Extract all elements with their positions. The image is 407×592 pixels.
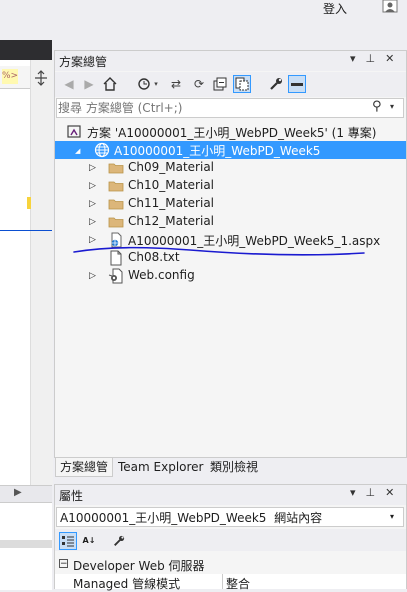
- account-icon[interactable]: [382, 0, 398, 13]
- collapse-all-icon[interactable]: [211, 75, 229, 93]
- tree-item[interactable]: ▷ A10000001_王小明_WebPD_Week5_1.aspx: [55, 231, 406, 249]
- tree-item[interactable]: ▷ Ch11_Material: [55, 195, 406, 213]
- close-icon[interactable]: ✕: [385, 52, 404, 65]
- tree-item[interactable]: ▷ Ch09_Material: [55, 159, 406, 177]
- property-category-label: Developer Web 伺服器: [73, 559, 205, 573]
- editor-vertical-scrollbar[interactable]: [30, 60, 53, 485]
- editor-horizontal-scrollbar[interactable]: [0, 485, 52, 502]
- back-icon[interactable]: ◀: [60, 75, 78, 93]
- refresh-icon[interactable]: ⟳: [190, 75, 208, 93]
- globe-icon: [94, 142, 110, 158]
- search-options-dropdown-icon[interactable]: ▾: [390, 102, 394, 111]
- config-file-icon: [108, 268, 124, 284]
- tree-item[interactable]: ▷ Web.config: [55, 267, 406, 285]
- tree-item[interactable]: 方案 'A10000001_王小明_WebPD_Week5' (1 專案): [55, 123, 406, 141]
- close-icon[interactable]: ✕: [385, 486, 404, 499]
- tree-item[interactable]: ◢ A10000001_王小明_WebPD_Week5: [55, 141, 406, 159]
- tab-class-view[interactable]: 類別檢視: [206, 458, 262, 476]
- collapsed-arrow-icon[interactable]: ▷: [89, 163, 99, 173]
- alphabetical-icon[interactable]: A↓: [80, 532, 98, 550]
- collapsed-arrow-icon[interactable]: ▷: [89, 181, 99, 191]
- show-all-files-icon[interactable]: [233, 75, 251, 93]
- tab-team-explorer[interactable]: Team Explorer: [114, 458, 208, 476]
- editor-tab-strip: [0, 40, 52, 60]
- dropdown-icon[interactable]: ▾: [350, 52, 366, 65]
- server-tag-icon[interactable]: %>: [2, 69, 18, 84]
- pin-icon[interactable]: ⊥: [366, 486, 386, 499]
- property-value[interactable]: 整合: [226, 575, 250, 592]
- tree-item-label: A10000001_王小明_WebPD_Week5: [114, 144, 321, 158]
- preview-selected-items-icon[interactable]: [288, 75, 306, 93]
- expanded-arrow-icon[interactable]: ◢: [75, 146, 85, 156]
- scroll-right-arrow-icon[interactable]: ▶: [14, 487, 22, 498]
- code-divider-line: [0, 230, 52, 231]
- text-file-icon: [108, 250, 124, 266]
- sign-in-link[interactable]: 登入: [323, 0, 347, 17]
- sync-active-document-icon[interactable]: ⇄: [167, 75, 185, 93]
- folder-icon: [108, 178, 124, 194]
- home-icon[interactable]: [101, 75, 119, 93]
- panel-window-controls[interactable]: ▾⊥✕: [350, 52, 404, 65]
- designer-element: [0, 540, 52, 548]
- panel-title: 方案總管: [59, 55, 108, 69]
- folder-icon: [108, 196, 124, 212]
- chevron-down-icon[interactable]: ▾: [390, 512, 394, 521]
- aspx-file-icon: [108, 232, 124, 248]
- tab-solution-explorer[interactable]: 方案總管: [55, 458, 114, 477]
- dropdown-icon[interactable]: ▾: [350, 486, 366, 499]
- tree-item-label: Ch10_Material: [128, 178, 215, 192]
- tree-item-label: Ch09_Material: [128, 160, 215, 174]
- panel-title: 屬性: [59, 489, 84, 503]
- folder-icon: [108, 214, 124, 230]
- properties-toolbar: [55, 529, 406, 551]
- properties-wrench-icon[interactable]: [267, 75, 285, 93]
- collapsed-arrow-icon[interactable]: ▷: [89, 271, 99, 281]
- panel-window-controls[interactable]: ▾⊥✕: [350, 486, 404, 499]
- tree-item[interactable]: Ch08.txt: [55, 249, 406, 267]
- collapse-icon[interactable]: −: [59, 559, 68, 569]
- collapsed-arrow-icon[interactable]: ▷: [89, 199, 99, 209]
- tree-item[interactable]: ▷ Ch10_Material: [55, 177, 406, 195]
- property-name: Managed 管線模式: [73, 577, 181, 591]
- property-divider: [222, 574, 223, 589]
- properties-wrench-icon[interactable]: [110, 532, 128, 550]
- search-icon[interactable]: ⚲: [372, 100, 386, 114]
- split-editor-icon[interactable]: [33, 70, 49, 86]
- folder-icon: [108, 160, 124, 176]
- collapsed-arrow-icon[interactable]: ▷: [89, 235, 99, 245]
- collapsed-arrow-icon[interactable]: ▷: [89, 217, 99, 227]
- filter-dropdown-icon[interactable]: ▾: [151, 75, 161, 93]
- tree-item-label: 方案 'A10000001_王小明_WebPD_Week5' (1 專案): [87, 126, 377, 140]
- tree-item-label: Web.config: [128, 268, 195, 282]
- tree-item-label: Ch11_Material: [128, 196, 215, 210]
- change-marker: [27, 197, 31, 209]
- categorized-icon[interactable]: [59, 532, 77, 550]
- forward-icon[interactable]: ▶: [80, 75, 98, 93]
- solution-icon: [66, 124, 82, 140]
- search-input[interactable]: [58, 100, 358, 116]
- tree-item-label: A10000001_王小明_WebPD_Week5_1.aspx: [128, 234, 381, 248]
- tree-item[interactable]: ▷ Ch12_Material: [55, 213, 406, 231]
- tree-item-label: Ch08.txt: [128, 250, 180, 264]
- object-selector-value: A10000001_王小明_WebPD_Week5 網站內容: [60, 511, 323, 525]
- pin-icon[interactable]: ⊥: [366, 52, 386, 65]
- tree-item-label: Ch12_Material: [128, 214, 215, 228]
